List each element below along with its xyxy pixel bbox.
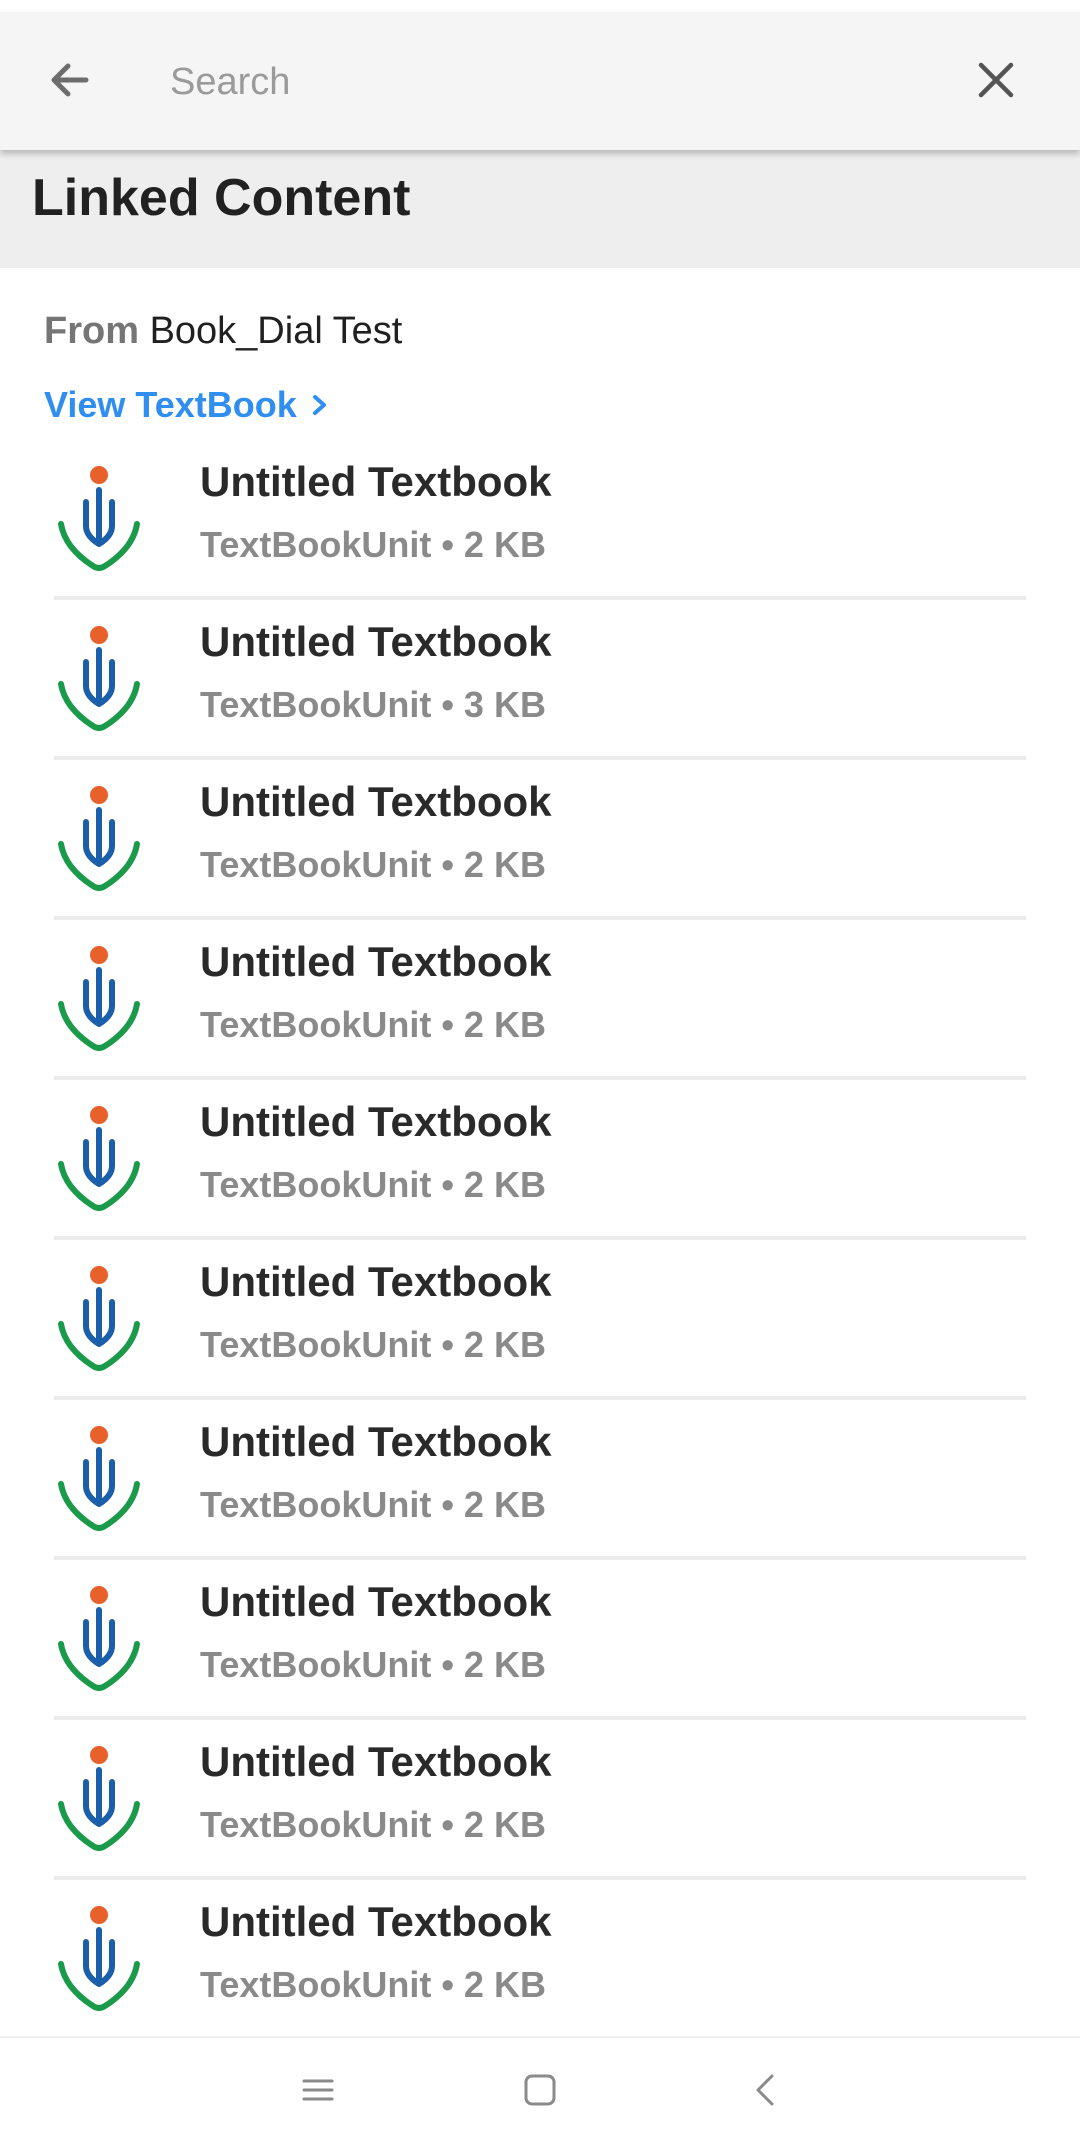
close-icon <box>978 62 1014 98</box>
item-meta: TextBookUnit • 2 KB <box>200 1484 546 1525</box>
from-label: From <box>44 310 139 352</box>
divider <box>54 596 1026 600</box>
home-button[interactable] <box>510 2060 570 2120</box>
list-item[interactable]: Untitled Textbook TextBookUnit • 2 KB <box>0 1092 1080 1252</box>
menu-icon <box>302 2079 334 2101</box>
textbook-logo-icon <box>58 786 140 891</box>
textbook-logo-icon <box>58 1586 140 1691</box>
recent-apps-button[interactable] <box>288 2060 348 2120</box>
list-item[interactable]: Untitled Textbook TextBookUnit • 2 KB <box>0 1892 1080 2052</box>
item-title: Untitled Textbook <box>200 458 552 505</box>
divider <box>54 1236 1026 1240</box>
search-input[interactable] <box>168 48 932 116</box>
item-title: Untitled Textbook <box>200 938 552 985</box>
item-meta: TextBookUnit • 2 KB <box>200 524 546 565</box>
item-title: Untitled Textbook <box>200 1578 552 1625</box>
item-title: Untitled Textbook <box>200 1418 552 1465</box>
system-nav-bar <box>0 2036 1080 2141</box>
item-meta: TextBookUnit • 2 KB <box>200 1164 546 1205</box>
arrow-left-icon <box>51 63 89 97</box>
textbook-logo-icon <box>58 626 140 731</box>
list-item[interactable]: Untitled Textbook TextBookUnit • 2 KB <box>0 1732 1080 1892</box>
view-textbook-link[interactable]: View TextBook <box>44 384 329 426</box>
item-meta: TextBookUnit • 3 KB <box>200 684 546 725</box>
search-bar <box>0 12 1080 150</box>
page-title: Linked Content <box>32 169 411 227</box>
item-meta: TextBookUnit • 2 KB <box>200 1324 546 1365</box>
item-title: Untitled Textbook <box>200 778 552 825</box>
item-meta: TextBookUnit • 2 KB <box>200 1644 546 1685</box>
textbook-logo-icon <box>58 1906 140 2011</box>
chevron-right-icon <box>312 395 326 415</box>
list-item[interactable]: Untitled Textbook TextBookUnit • 2 KB <box>0 1252 1080 1412</box>
textbook-logo-icon <box>58 1426 140 1531</box>
divider <box>54 916 1026 920</box>
back-nav-icon <box>756 2074 774 2106</box>
linked-content-list: Untitled Textbook TextBookUnit • 2 KB Un… <box>0 452 1080 2052</box>
textbook-logo-icon <box>58 1106 140 1211</box>
item-meta: TextBookUnit • 2 KB <box>200 1004 546 1045</box>
divider <box>54 1556 1026 1560</box>
home-icon <box>524 2074 556 2106</box>
list-item[interactable]: Untitled Textbook TextBookUnit • 2 KB <box>0 452 1080 612</box>
back-button[interactable] <box>38 48 102 112</box>
divider <box>54 1396 1026 1400</box>
item-meta: TextBookUnit • 2 KB <box>200 844 546 885</box>
divider <box>54 756 1026 760</box>
list-item[interactable]: Untitled Textbook TextBookUnit • 3 KB <box>0 612 1080 772</box>
item-title: Untitled Textbook <box>200 1898 552 1945</box>
source-book-name: Book_Dial Test <box>149 310 403 352</box>
list-item[interactable]: Untitled Textbook TextBookUnit • 2 KB <box>0 1572 1080 1732</box>
item-title: Untitled Textbook <box>200 1738 552 1785</box>
source-line: From Book_Dial Test <box>44 310 402 353</box>
textbook-logo-icon <box>58 1266 140 1371</box>
status-strip <box>0 0 1080 12</box>
textbook-logo-icon <box>58 466 140 571</box>
divider <box>54 1716 1026 1720</box>
system-back-button[interactable] <box>736 2060 796 2120</box>
title-band: Linked Content <box>0 150 1080 268</box>
list-item[interactable]: Untitled Textbook TextBookUnit • 2 KB <box>0 1412 1080 1572</box>
clear-search-button[interactable] <box>964 48 1028 112</box>
item-meta: TextBookUnit • 2 KB <box>200 1964 546 2005</box>
view-textbook-label: View TextBook <box>44 384 297 425</box>
item-title: Untitled Textbook <box>200 618 552 665</box>
list-item[interactable]: Untitled Textbook TextBookUnit • 2 KB <box>0 932 1080 1092</box>
divider <box>54 1076 1026 1080</box>
textbook-logo-icon <box>58 946 140 1051</box>
item-meta: TextBookUnit • 2 KB <box>200 1804 546 1845</box>
divider <box>54 1876 1026 1880</box>
list-item[interactable]: Untitled Textbook TextBookUnit • 2 KB <box>0 772 1080 932</box>
item-title: Untitled Textbook <box>200 1098 552 1145</box>
textbook-logo-icon <box>58 1746 140 1851</box>
item-title: Untitled Textbook <box>200 1258 552 1305</box>
